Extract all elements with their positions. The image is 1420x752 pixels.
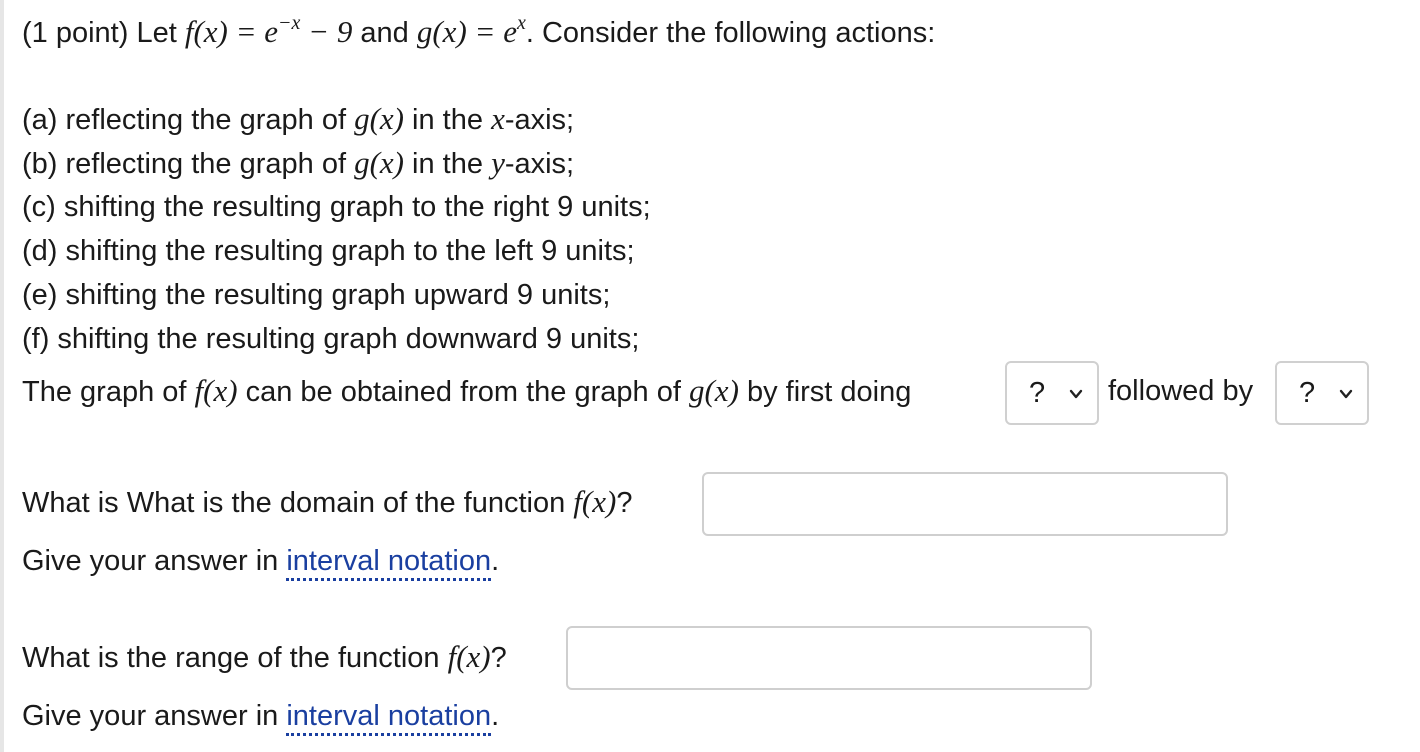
action-a-math: g(x) [354, 101, 404, 136]
sentence-g: g(x) [688, 373, 739, 408]
f-def-base: e [264, 14, 279, 49]
action-b-mid: in the [412, 148, 483, 180]
range-question-text: What is the range of the function [22, 642, 440, 674]
followed-by-text: followed by [1108, 375, 1254, 407]
first-action-select[interactable]: ? [1005, 361, 1099, 425]
f-def-rest: − 9 [300, 14, 353, 49]
g-def-base: e [503, 14, 517, 49]
first-action-selected-value: ? [1029, 377, 1046, 409]
domain-question: What is What is the domain of the functi… [22, 484, 632, 521]
range-hint-period: . [491, 700, 500, 732]
domain-question-math: f(x) [573, 484, 617, 519]
domain-hint-period: . [491, 545, 500, 577]
second-action-selected-value: ? [1299, 377, 1316, 409]
f-def-eq: = [227, 14, 265, 49]
f-def-exponent: −x [278, 12, 301, 34]
action-item-f: (f) shifting the resulting graph downwar… [22, 323, 640, 355]
action-item-e: (e) shifting the resulting graph upward … [22, 279, 611, 311]
range-hint: Give your answer in interval notation. [22, 698, 500, 736]
action-a-var: x [491, 101, 505, 136]
action-a-suffix: -axis; [504, 104, 575, 136]
and-text: and [360, 17, 409, 49]
intro-suffix: . Consider the following actions: [525, 17, 936, 49]
range-interval-notation-link[interactable]: interval notation [286, 700, 492, 736]
f-def-lhs: f(x) [184, 14, 228, 49]
chevron-down-icon [1069, 389, 1083, 399]
domain-hint: Give your answer in interval notation. [22, 543, 500, 581]
sentence-prefix: The graph of [22, 376, 187, 408]
action-item-b: (b) reflecting the graph of g(x) in the … [22, 145, 574, 182]
range-hint-text: Give your answer in [22, 700, 279, 732]
action-a-prefix: (a) reflecting the graph of [22, 104, 347, 136]
domain-answer-input[interactable] [702, 472, 1228, 536]
range-question: What is the range of the function f(x)? [22, 639, 507, 676]
left-border [0, 0, 4, 752]
action-b-math: g(x) [354, 145, 404, 180]
domain-question-mark: ? [616, 487, 633, 519]
domain-interval-notation-link[interactable]: interval notation [286, 545, 492, 581]
action-item-a: (a) reflecting the graph of g(x) in the … [22, 101, 574, 138]
transform-sentence: The graph of f(x) can be obtained from t… [22, 373, 911, 410]
g-def-lhs: g(x) [416, 14, 467, 49]
range-answer-input[interactable] [566, 626, 1092, 690]
domain-hint-text: Give your answer in [22, 545, 279, 577]
domain-question-text: What is What is the domain of the functi… [22, 487, 566, 519]
range-question-math: f(x) [447, 639, 491, 674]
action-b-suffix: -axis; [504, 148, 575, 180]
g-def-eq: = [466, 14, 504, 49]
action-b-prefix: (b) reflecting the graph of [22, 148, 347, 180]
sentence-suffix: by first doing [746, 376, 912, 408]
action-b-var: y [491, 145, 505, 180]
g-def-exponent: x [516, 12, 526, 34]
intro-prefix: (1 point) Let [22, 17, 177, 49]
sentence-f: f(x) [194, 373, 238, 408]
range-question-mark: ? [490, 642, 507, 674]
sentence-mid: can be obtained from the graph of [245, 376, 681, 408]
second-action-select[interactable]: ? [1275, 361, 1369, 425]
chevron-down-icon [1339, 389, 1353, 399]
action-a-mid: in the [412, 104, 483, 136]
problem-intro: (1 point) Let f(x) = e−x − 9 and g(x) = … [22, 12, 936, 54]
action-item-d: (d) shifting the resulting graph to the … [22, 235, 635, 267]
action-item-c: (c) shifting the resulting graph to the … [22, 191, 651, 223]
